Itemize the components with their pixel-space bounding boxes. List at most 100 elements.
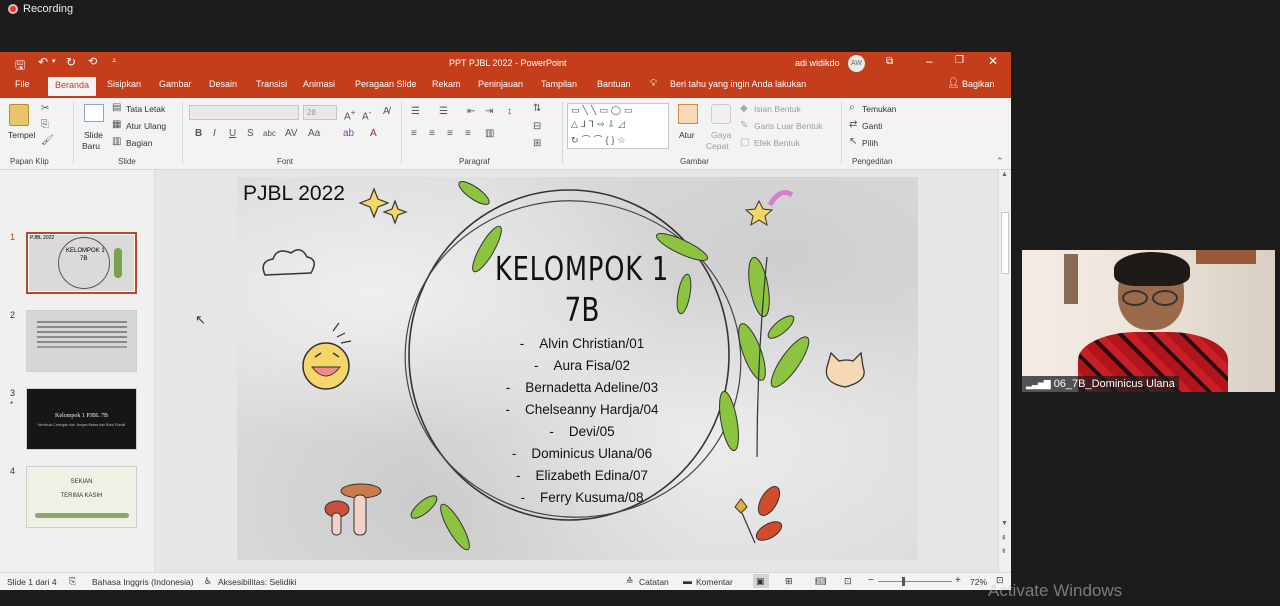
increase-font-icon[interactable]: A+ [344,107,356,122]
webcam-video-tile[interactable]: ▂▃▅▇ 06_7B_Dominicus Ulana [1022,250,1275,392]
italic-icon[interactable]: I [213,129,216,139]
quick-styles-label-1[interactable]: Gaya [711,130,731,140]
zoom-out-icon[interactable]: − [868,575,874,586]
notes-button[interactable]: Catatan [639,577,669,587]
shape-outline-button[interactable]: Garis Luar Bentuk [754,121,823,131]
tab-rekam[interactable]: Rekam [432,79,461,89]
align-left-icon[interactable]: ≡ [411,129,417,139]
new-slide-label-1[interactable]: Slide [84,130,103,140]
replace-icon[interactable]: ⇄ [849,120,857,130]
scroll-up-icon[interactable]: ▲ [1001,171,1008,178]
font-name-field[interactable] [189,105,299,120]
next-slide-icon[interactable]: ⇟ [1001,547,1007,555]
new-slide-label-2[interactable]: Baru [82,141,100,151]
align-text-icon[interactable]: ⊟ [533,122,541,132]
thumbnail-slide-3[interactable]: Kelompok 1 PJBL 7B Membuat Celengan dari… [26,388,137,450]
slideshow-icon[interactable]: ⊡ [844,576,852,587]
increase-indent-icon[interactable]: ⇥ [485,107,493,117]
quick-styles-icon[interactable] [711,104,731,124]
clear-format-icon[interactable]: A̸ [383,107,390,117]
section-icon[interactable]: ▥ [112,137,121,147]
tab-desain[interactable]: Desain [209,79,237,89]
align-right-icon[interactable]: ≡ [447,129,453,139]
zoom-level[interactable]: 72% [970,577,987,587]
section-button[interactable]: Bagian [126,138,152,148]
user-avatar[interactable]: AW [848,55,865,72]
tell-me-search[interactable]: Beri tahu yang ingin Anda lakukan [670,79,806,89]
underline-icon[interactable]: U [229,129,236,139]
zoom-in-icon[interactable]: + [955,575,961,586]
tab-transisi[interactable]: Transisi [256,79,287,89]
paste-label[interactable]: Tempel [8,130,35,140]
format-painter-icon[interactable]: 🖌︎ [41,136,54,146]
notes-icon[interactable]: ≙ [626,576,634,587]
undo-dropdown-icon[interactable]: ▾ [52,57,56,65]
highlight-icon[interactable]: ab [343,129,354,139]
arrange-icon[interactable] [678,104,698,124]
replace-button[interactable]: Ganti [862,121,882,131]
thumbnail-slide-2[interactable] [26,310,137,372]
redo-icon[interactable]: ↻ [66,55,76,69]
bullets-icon[interactable]: ☰ [411,107,420,117]
customize-toolbar-icon[interactable]: ⩡ [112,56,117,66]
shape-effects-button[interactable]: Efek Bentuk [754,138,800,148]
change-case-icon[interactable]: Aa [308,129,320,139]
spelling-icon[interactable]: ⎘ [69,576,76,587]
accessibility-icon[interactable]: ♿︎ [204,576,212,587]
smartart-icon[interactable]: ⊞ [533,139,541,149]
strikethrough-icon[interactable]: abc [263,129,276,139]
zoom-slider[interactable] [878,581,952,582]
arrange-label[interactable]: Atur [679,130,695,140]
shapes-gallery[interactable]: ▭╲╲▭◯▭ △⅃⅂⇨⇩◿ ↻⌒⌒{}☆ [567,103,669,149]
close-button[interactable]: ✕ [988,54,998,68]
tab-beranda[interactable]: Beranda [48,77,97,96]
font-size-field[interactable]: 28 [303,105,337,120]
shapes-row-1[interactable]: ▭╲╲▭◯▭ [571,105,635,116]
shapes-row-2[interactable]: △⅃⅂⇨⇩◿ [571,119,628,130]
select-icon[interactable]: ↖ [849,137,857,147]
scroll-down-icon[interactable]: ▼ [1001,520,1008,527]
numbering-icon[interactable]: ☰ [439,107,448,117]
tab-gambar[interactable]: Gambar [159,79,192,89]
tab-animasi[interactable]: Animasi [303,79,335,89]
reset-icon[interactable]: ▦ [112,120,121,130]
bold-icon[interactable]: B [195,129,202,139]
shadow-icon[interactable]: S [247,129,254,139]
cut-icon[interactable]: ✂ [41,104,49,114]
comments-icon[interactable]: ▬ [683,576,692,586]
thumbnail-slide-1[interactable]: PJBL 2022 KELOMPOK 1 7B [26,232,137,294]
shape-effects-icon[interactable]: ▢ [740,138,749,148]
collapse-ribbon-icon[interactable]: ⌃ [996,156,1004,166]
align-center-icon[interactable]: ≡ [429,129,435,139]
restore-button[interactable]: ❐ [955,55,964,66]
scroll-thumb[interactable] [1001,212,1009,274]
accessibility-status[interactable]: Aksesibilitas: Selidiki [218,577,296,587]
undo-icon[interactable]: ↶ [38,55,48,69]
tab-file[interactable]: File [15,79,30,89]
decrease-font-icon[interactable]: A- [362,107,371,122]
paste-icon[interactable] [9,104,29,126]
user-name[interactable]: adi widikdo [795,58,840,68]
share-button[interactable]: Bagikan [962,79,995,89]
decrease-indent-icon[interactable]: ⇤ [467,107,475,117]
quick-styles-label-2[interactable]: Cepat [706,141,729,151]
zoom-slider-thumb[interactable] [902,577,905,586]
select-button[interactable]: Pilih [862,138,878,148]
ribbon-display-options-icon[interactable]: ⧉ [886,56,893,67]
shape-fill-icon[interactable]: ◆ [740,104,748,114]
copy-icon[interactable]: ⎘ [41,120,49,130]
find-icon[interactable]: ⌕ [849,103,855,113]
comments-button[interactable]: Komentar [696,577,733,587]
reading-view-icon[interactable]: 📖︎ [815,576,826,587]
minimize-button[interactable]: – [926,54,933,68]
new-slide-icon[interactable] [84,104,104,122]
shapes-row-3[interactable]: ↻⌒⌒{}☆ [571,133,629,146]
tab-peninjauan[interactable]: Peninjauan [478,79,523,89]
find-button[interactable]: Temukan [862,104,897,114]
text-direction-icon[interactable]: ⇅ [533,104,541,114]
tab-tampilan[interactable]: Tampilan [541,79,577,89]
thumbnail-slide-4[interactable]: SEKIAN TERIMA KASIH [26,466,137,528]
slide-canvas[interactable]: PJBL 2022 KELOMPOK 1 7B - Alvin Christia… [237,177,918,560]
slide-sorter-icon[interactable]: ⊞ [785,576,793,587]
line-spacing-icon[interactable]: ↕ [507,107,512,117]
